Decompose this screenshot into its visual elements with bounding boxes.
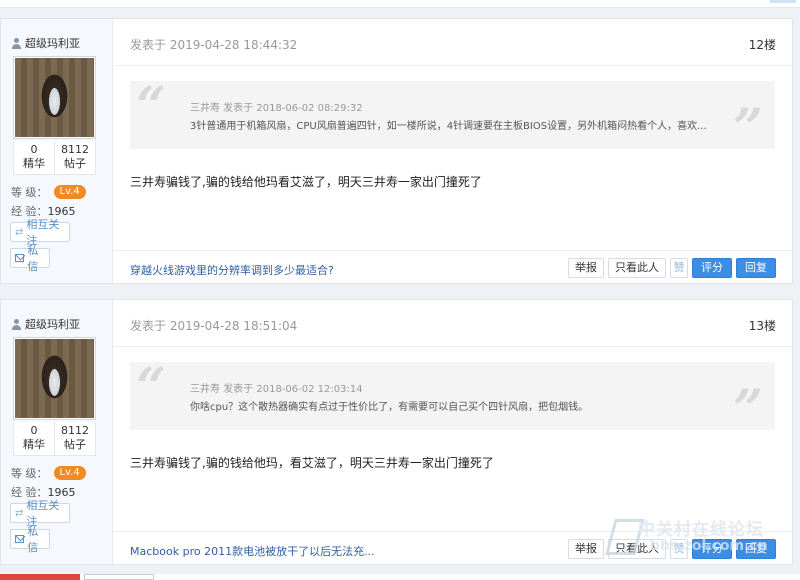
- post-timestamp: 发表于 2019-04-28 18:51:04: [130, 319, 298, 333]
- only-author-button[interactable]: 只看此人: [608, 258, 666, 278]
- avatar[interactable]: [13, 337, 96, 420]
- divider: [114, 346, 792, 347]
- post-content: 三井寿骗钱了,骗的钱给他玛，看艾滋了，明天三井寿一家出门撞死了: [130, 456, 494, 470]
- user-icon: [11, 318, 22, 330]
- quote-block: “ ” 三井寿 发表于 2018-06-02 12:03:14 你啥cpu？这个…: [130, 357, 775, 436]
- open-quote-icon: “: [136, 76, 166, 137]
- close-quote-icon: ”: [733, 379, 763, 440]
- stat-digest[interactable]: 0 精华: [14, 422, 54, 455]
- author-name[interactable]: 超级玛利亚: [11, 35, 80, 51]
- post-content: 三井寿骗钱了,骗的钱给他玛看艾滋了，明天三井寿一家出门撞死了: [130, 175, 482, 189]
- mail-icon: [15, 535, 25, 543]
- level-badge: Lv.4: [53, 466, 86, 480]
- stat-digest-count: 0: [30, 143, 38, 156]
- author-stats: 0 精华 8112 帖子: [13, 141, 96, 175]
- stat-posts-label: 帖子: [64, 157, 86, 170]
- avatar-image[interactable]: [15, 58, 94, 137]
- post-timestamp: 发表于 2019-04-28 18:44:32: [130, 38, 298, 52]
- site-watermark: 中关村在线论坛 bbs.zol.com.cn: [604, 513, 800, 557]
- watermark-cn: 中关村在线论坛: [638, 520, 764, 540]
- level-row: 等 级： Lv.4: [11, 184, 86, 200]
- message-button[interactable]: 私信: [10, 244, 50, 273]
- level-label: 等 级：: [11, 186, 48, 199]
- quote-text: 你啥cpu？这个散热器确实有点过于性价比了，有需要可以自己买个四针风扇，把包烟钱…: [190, 402, 589, 413]
- divider: [114, 250, 792, 251]
- level-row: 等 级： Lv.4: [11, 465, 86, 481]
- close-quote-icon: ”: [733, 98, 763, 159]
- related-thread-link[interactable]: Macbook pro 2011款电池被放干了以后无法充...: [130, 543, 375, 559]
- swap-icon: ⇄: [15, 226, 24, 238]
- top-accent: [770, 0, 796, 3]
- author-name[interactable]: 超级玛利亚: [11, 316, 80, 332]
- quote-text: 3针普通用于机箱风扇，CPU风扇普遍四针，如一楼所说，4针调速要在主板BIOS设…: [190, 121, 707, 132]
- stat-posts-label: 帖子: [64, 438, 86, 451]
- level-badge: Lv.4: [53, 185, 86, 199]
- quote-header: 三井寿 发表于 2018-06-02 12:03:14: [190, 384, 363, 395]
- user-icon: [11, 37, 22, 49]
- related-thread-link[interactable]: 穿越火线游戏里的分辨率调到多少最适合?: [130, 262, 334, 278]
- stat-posts-count: 8112: [61, 143, 89, 156]
- message-label: 私信: [27, 244, 39, 273]
- rate-button[interactable]: 评分: [692, 258, 732, 278]
- reply-button[interactable]: 回复: [736, 258, 776, 278]
- author-name-text[interactable]: 超级玛利亚: [25, 35, 80, 51]
- stat-posts[interactable]: 8112 帖子: [54, 422, 95, 455]
- bottom-red-tab[interactable]: [0, 574, 80, 580]
- follow-button[interactable]: ⇄ 相互关注: [10, 218, 70, 247]
- watermark-en: bbs.zol.com.cn: [650, 538, 768, 554]
- avatar-image[interactable]: [15, 339, 94, 418]
- stat-digest-label: 精华: [23, 438, 45, 451]
- swap-icon: ⇄: [15, 507, 24, 519]
- mail-icon: [15, 254, 25, 262]
- level-label: 等 级：: [11, 467, 48, 480]
- floor-number[interactable]: 13楼: [749, 317, 776, 334]
- bottom-tab[interactable]: [84, 574, 154, 580]
- open-quote-icon: “: [136, 357, 166, 418]
- post-actions: 举报 只看此人 赞 评分 回复: [568, 258, 776, 278]
- zol-logo-icon: [604, 515, 638, 553]
- report-button[interactable]: 举报: [568, 258, 604, 278]
- floor-number[interactable]: 12楼: [749, 36, 776, 53]
- quote-block: “ ” 三井寿 发表于 2018-06-02 08:29:32 3针普通用于机箱…: [130, 76, 775, 155]
- like-button[interactable]: 赞: [670, 258, 688, 278]
- author-sidebar: 超级玛利亚 0 精华 8112 帖子 等 级： Lv.4 经 验：1965 ⇄ …: [1, 19, 113, 283]
- forum-post: 超级玛利亚 0 精华 8112 帖子 等 级： Lv.4 经 验：1965 ⇄ …: [0, 18, 793, 284]
- author-name-text[interactable]: 超级玛利亚: [25, 316, 80, 332]
- quote-header: 三井寿 发表于 2018-06-02 08:29:32: [190, 103, 363, 114]
- message-label: 私信: [27, 525, 39, 554]
- top-bar: [0, 0, 800, 8]
- author-stats: 0 精华 8112 帖子: [13, 422, 96, 456]
- stat-posts[interactable]: 8112 帖子: [54, 141, 95, 174]
- message-button[interactable]: 私信: [10, 525, 50, 554]
- follow-button[interactable]: ⇄ 相互关注: [10, 499, 70, 528]
- report-button[interactable]: 举报: [568, 539, 604, 559]
- avatar[interactable]: [13, 56, 96, 139]
- stat-digest-label: 精华: [23, 157, 45, 170]
- author-sidebar: 超级玛利亚 0 精华 8112 帖子 等 级： Lv.4 经 验：1965 ⇄ …: [1, 300, 113, 564]
- stat-posts-count: 8112: [61, 424, 89, 437]
- stat-digest-count: 0: [30, 424, 38, 437]
- post-main: 发表于 2019-04-28 18:44:32 12楼 “ ” 三井寿 发表于 …: [114, 19, 792, 283]
- divider: [114, 65, 792, 66]
- stat-digest[interactable]: 0 精华: [14, 141, 54, 174]
